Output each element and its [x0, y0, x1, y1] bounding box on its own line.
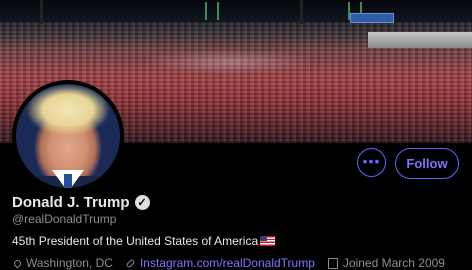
banner-screen — [350, 13, 394, 23]
display-name: Donald J. Trump — [12, 194, 130, 211]
link-icon — [125, 258, 136, 268]
banner-light-tower — [40, 0, 43, 24]
name-row: Donald J. Trump ✓ — [12, 194, 150, 211]
banner-truss — [205, 2, 219, 20]
avatar-tie — [64, 174, 72, 188]
banner-stage — [368, 32, 472, 48]
more-icon: ••• — [362, 152, 381, 169]
us-flag-icon — [260, 236, 276, 246]
user-handle: @realDonaldTrump — [12, 212, 117, 226]
banner-sky — [0, 0, 472, 22]
location-pin-icon — [12, 258, 23, 268]
more-options-button[interactable]: ••• — [357, 148, 386, 177]
calendar-icon — [327, 257, 338, 269]
banner-light-tower — [300, 0, 303, 24]
bio-text: 45th President of the United States of A… — [12, 234, 259, 248]
profile-bio: 45th President of the United States of A… — [12, 234, 276, 248]
follow-button[interactable]: Follow — [395, 148, 459, 179]
verified-badge-icon: ✓ — [134, 195, 150, 210]
profile-avatar[interactable] — [12, 80, 124, 192]
